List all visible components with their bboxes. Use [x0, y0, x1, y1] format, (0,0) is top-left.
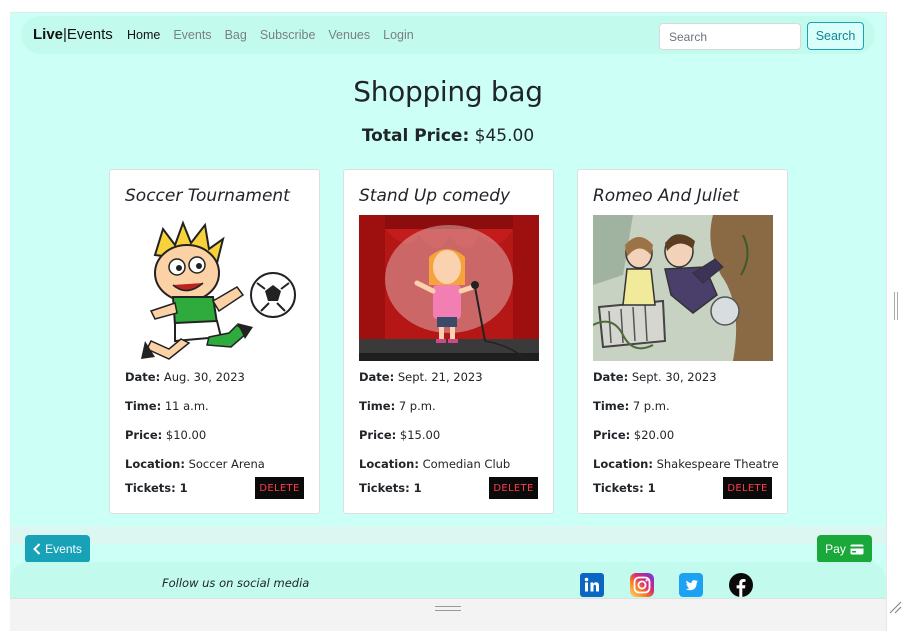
delete-button[interactable]: DELETE	[723, 477, 772, 499]
card-date-label: Date:	[593, 370, 629, 384]
card-location-value: Soccer Arena	[188, 457, 265, 471]
card-date-value: Sept. 30, 2023	[631, 370, 717, 384]
card-time: Time: 7 p.m.	[593, 399, 670, 413]
card-price-label: Price:	[359, 428, 397, 442]
card-tickets: Tickets: 1	[125, 481, 188, 495]
nav-link-subscribe[interactable]: Subscribe	[260, 28, 316, 42]
linkedin-icon[interactable]	[580, 573, 604, 597]
nav-link-login[interactable]: Login	[383, 28, 414, 42]
card-time: Time: 7 p.m.	[359, 399, 436, 413]
event-card-standup: Stand Up comedy Date: Sept. 21, 2023 Tim…	[343, 169, 554, 514]
resize-grip-icon[interactable]	[888, 600, 902, 614]
card-date-label: Date:	[359, 370, 395, 384]
card-date: Date: Aug. 30, 2023	[125, 370, 245, 384]
delete-button[interactable]: DELETE	[489, 477, 538, 499]
card-location: Location: Soccer Arena	[125, 457, 265, 471]
card-tickets: Tickets: 1	[593, 481, 656, 495]
search-input[interactable]	[659, 23, 801, 50]
window-bottom-edge	[10, 598, 886, 631]
card-date-value: Aug. 30, 2023	[163, 370, 245, 384]
card-price: Price: $10.00	[125, 428, 206, 442]
card-price: Price: $20.00	[593, 428, 674, 442]
section-divider	[10, 526, 886, 544]
horizontal-resize-handle[interactable]	[435, 606, 461, 611]
nav-link-bag[interactable]: Bag	[225, 28, 247, 42]
card-tickets-label: Tickets: 1	[593, 481, 656, 495]
pay-button-label: Pay	[825, 542, 846, 556]
card-price-value: $15.00	[399, 428, 441, 442]
card-location-label: Location:	[125, 457, 185, 471]
card-price-value: $20.00	[633, 428, 675, 442]
card-time: Time: 11 a.m.	[125, 399, 209, 413]
card-location-value: Comedian Club	[422, 457, 511, 471]
card-date-label: Date:	[125, 370, 161, 384]
credit-card-icon	[850, 544, 864, 554]
event-card-soccer: Soccer Tournament Date: Aug. 30, 2023 Ti…	[109, 169, 320, 514]
facebook-icon[interactable]	[729, 573, 753, 597]
twitter-icon[interactable]	[679, 573, 703, 597]
card-price: Price: $15.00	[359, 428, 440, 442]
nav-links: Home Events Bag Subscribe Venues Login	[127, 28, 427, 42]
card-date-value: Sept. 21, 2023	[397, 370, 483, 384]
follow-us-text: Follow us on social media	[162, 576, 310, 590]
card-title: Romeo And Juliet	[593, 186, 739, 206]
card-price-value: $10.00	[165, 428, 207, 442]
total-price: Total Price: $45.00	[10, 126, 886, 146]
card-tickets-label: Tickets: 1	[359, 481, 422, 495]
total-price-label: Total Price:	[361, 126, 470, 146]
card-time-label: Time:	[593, 399, 630, 413]
events-button-label: Events	[45, 542, 82, 556]
nav-link-home[interactable]: Home	[127, 28, 160, 42]
soccer-player-image	[125, 215, 305, 361]
romeo-juliet-image	[593, 215, 773, 361]
card-location: Location: Shakespeare Theatre	[593, 457, 779, 471]
card-tickets: Tickets: 1	[359, 481, 422, 495]
app-window: Live|Events Home Events Bag Subscribe Ve…	[10, 12, 886, 598]
card-price-label: Price:	[593, 428, 631, 442]
delete-button[interactable]: DELETE	[255, 477, 304, 499]
card-time-label: Time:	[125, 399, 162, 413]
window-right-edge	[886, 12, 904, 631]
card-time-label: Time:	[359, 399, 396, 413]
card-title: Soccer Tournament	[125, 186, 290, 206]
card-date: Date: Sept. 30, 2023	[593, 370, 717, 384]
card-price-label: Price:	[125, 428, 163, 442]
instagram-icon[interactable]	[630, 573, 654, 597]
pay-button[interactable]: Pay	[817, 535, 872, 563]
card-time-value: 11 a.m.	[164, 399, 209, 413]
card-time-value: 7 p.m.	[632, 399, 670, 413]
card-location-label: Location:	[359, 457, 419, 471]
card-date: Date: Sept. 21, 2023	[359, 370, 483, 384]
nav-link-events[interactable]: Events	[173, 28, 211, 42]
brand-logo[interactable]: Live|Events	[33, 26, 113, 43]
card-time-value: 7 p.m.	[398, 399, 436, 413]
back-to-events-button[interactable]: Events	[25, 535, 90, 563]
vertical-resize-handle[interactable]	[894, 292, 898, 320]
chevron-left-icon	[33, 543, 41, 555]
card-location: Location: Comedian Club	[359, 457, 510, 471]
card-title: Stand Up comedy	[359, 186, 511, 206]
nav-link-venues[interactable]: Venues	[328, 28, 370, 42]
footer: Follow us on social media	[10, 562, 886, 598]
page-title: Shopping bag	[353, 75, 543, 108]
comedian-stage-image	[359, 215, 539, 361]
card-location-value: Shakespeare Theatre	[656, 457, 779, 471]
brand-text: Events	[66, 26, 113, 43]
navbar: Live|Events Home Events Bag Subscribe Ve…	[21, 16, 875, 54]
event-card-romeo-juliet: Romeo And Juliet Date: Sept. 30, 2023 Ti…	[577, 169, 788, 514]
card-location-label: Location:	[593, 457, 653, 471]
card-tickets-label: Tickets: 1	[125, 481, 188, 495]
total-price-value: $45.00	[474, 126, 535, 146]
search-button[interactable]: Search	[807, 22, 864, 50]
brand-bold-text: Live	[33, 26, 64, 43]
